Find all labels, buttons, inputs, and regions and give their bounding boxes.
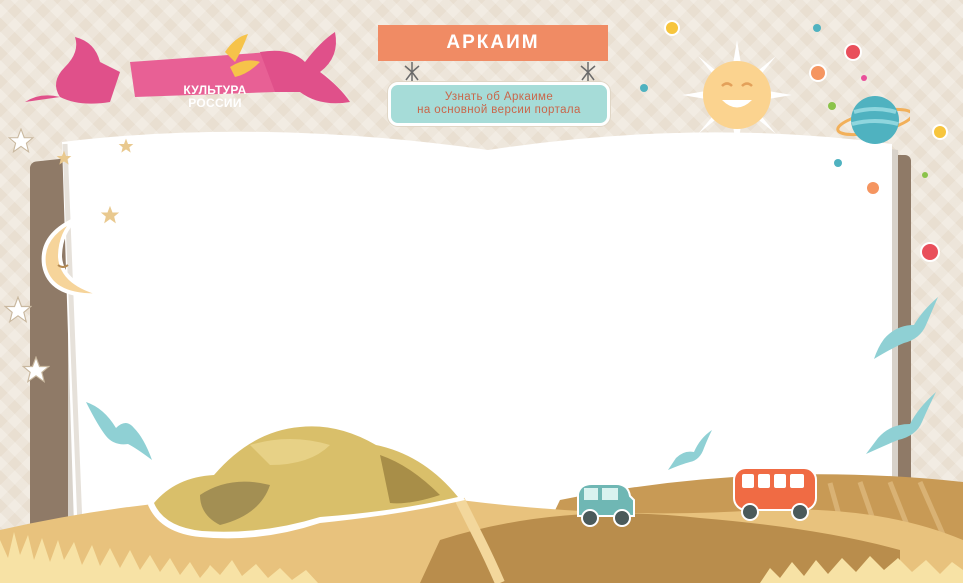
- star-icon: [100, 205, 120, 224]
- star-icon: [22, 356, 50, 384]
- star-icon: [56, 150, 72, 165]
- logo-text: КУЛЬТУРА РОССИИ: [170, 84, 260, 110]
- bird-icon: [874, 297, 938, 359]
- star-icon: [8, 128, 34, 154]
- culture-russia-logo[interactable]: КУЛЬТУРА РОССИИ: [20, 22, 350, 114]
- main-portal-link-line-2: на основной версии портала: [417, 104, 581, 116]
- bus-icon: [733, 467, 817, 521]
- rock-mound-icon: [148, 419, 465, 539]
- page-title: АРКАИМ: [446, 32, 540, 53]
- confetti-dots: [640, 20, 948, 262]
- main-portal-link[interactable]: Узнать об Аркаиме на основной версии пор…: [388, 82, 610, 126]
- main-portal-link-line-1: Узнать об Аркаиме: [444, 91, 554, 103]
- moon-icon: [41, 217, 107, 298]
- logo-line-2: РОССИИ: [188, 96, 242, 110]
- star-icon: [118, 138, 134, 153]
- title-board: АРКАИМ: [378, 25, 608, 61]
- car-icon: [577, 483, 635, 527]
- star-icon: [4, 296, 32, 324]
